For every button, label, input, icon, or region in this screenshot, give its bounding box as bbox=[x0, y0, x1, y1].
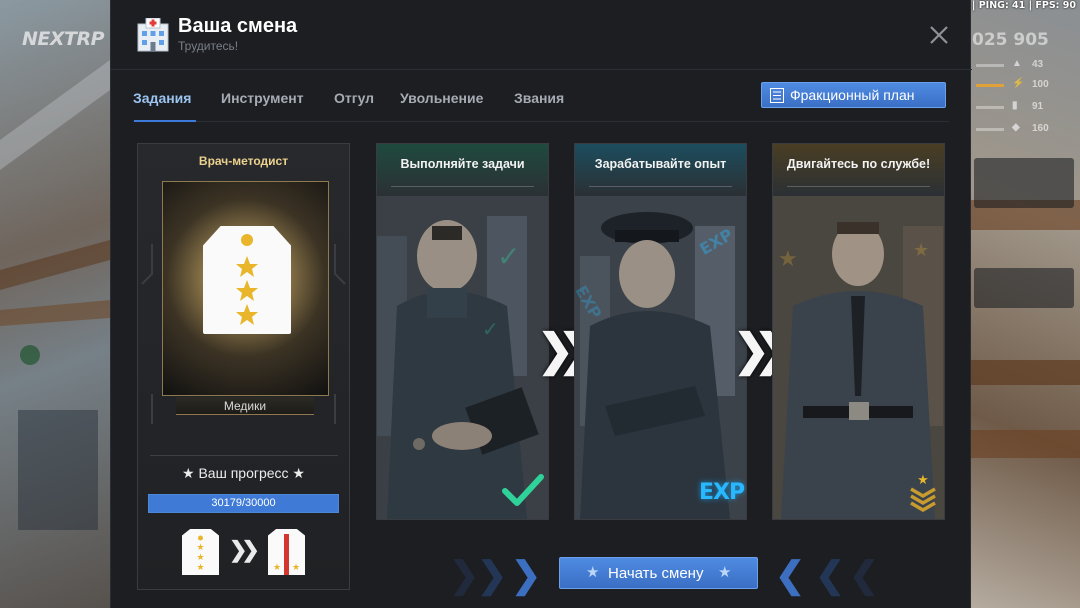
right-arrow-decor-icon: ❮ bbox=[815, 554, 846, 595]
star-icon: ★ bbox=[586, 564, 600, 581]
svg-text:★: ★ bbox=[196, 563, 204, 573]
tab-tool[interactable]: Инструмент bbox=[221, 90, 304, 106]
step-card-header: Зарабатывайте опыт bbox=[575, 144, 746, 196]
progress-text: 30179/30000 bbox=[211, 497, 276, 509]
next-rank-strap-icon: ★ ★ bbox=[268, 529, 305, 575]
server-logo: NEXTRP bbox=[22, 28, 105, 50]
exp-badge: EXP bbox=[699, 480, 745, 505]
stat-defense: ◆ 160 bbox=[976, 122, 1076, 138]
svg-text:★: ★ bbox=[196, 543, 204, 553]
current-rank-strap-icon: ★ ★ ★ bbox=[182, 529, 219, 575]
start-shift-label: Начать смену bbox=[608, 565, 704, 582]
department-ribbon: Медики bbox=[176, 397, 314, 415]
left-arrow-decor-icon: ❯ bbox=[511, 554, 542, 595]
faction-plan-label: Фракционный план bbox=[790, 87, 915, 103]
tab-leave[interactable]: Отгул bbox=[334, 90, 374, 106]
step-card-experience: Зарабатывайте опыт EXP EXP EXP bbox=[574, 143, 747, 520]
game-scene-left-art bbox=[0, 0, 110, 608]
left-arrow-decor-icon: ❯ bbox=[449, 554, 480, 595]
document-icon bbox=[770, 88, 784, 103]
game-world-left bbox=[0, 0, 110, 608]
rank-emblem bbox=[162, 181, 329, 396]
stat-armor: ▲ 43 bbox=[976, 58, 1076, 74]
tab-ranks[interactable]: Звания bbox=[514, 90, 564, 106]
stat-hunger: ▮ 91 bbox=[976, 100, 1076, 116]
step-arrow-icon: ❯❯ bbox=[733, 326, 791, 375]
double-chevron-icon: ❯❯ bbox=[229, 537, 260, 562]
step-card-tasks: Выполняйте задачи ✓ ✓ bbox=[376, 143, 549, 520]
modal-subtitle: Трудитесь! bbox=[178, 39, 239, 53]
faction-plan-button[interactable]: Фракционный план bbox=[761, 82, 946, 108]
left-arrow-decor-icon: ❯ bbox=[477, 554, 508, 595]
star-icon: ★ bbox=[718, 564, 732, 581]
step-arrow-icon: ❯❯ bbox=[537, 326, 595, 375]
svg-text:✓: ✓ bbox=[482, 317, 499, 341]
modal-header: Ваша смена Трудитесь! bbox=[111, 0, 972, 70]
promoted-officer-image: ★ ★ bbox=[773, 196, 944, 519]
shirt-icon: ▲ bbox=[1012, 58, 1022, 69]
step-title: Двигайтесь по службе! bbox=[786, 157, 931, 171]
progress-bar: 30179/30000 bbox=[148, 494, 339, 513]
right-arrow-decor-icon: ❮ bbox=[775, 554, 806, 595]
svg-text:★: ★ bbox=[292, 563, 300, 573]
hospital-icon bbox=[137, 17, 169, 52]
step-card-header: Двигайтесь по службе! bbox=[773, 144, 944, 196]
svg-text:✓: ✓ bbox=[497, 240, 520, 273]
right-arrow-decor-icon: ❮ bbox=[849, 554, 880, 595]
start-shift-button[interactable]: ★ Начать смену ★ bbox=[559, 557, 758, 589]
modal-title: Ваша смена bbox=[178, 15, 298, 37]
shoulder-strap-icon bbox=[203, 226, 291, 334]
progress-label: ★ Ваш прогресс ★ bbox=[182, 465, 305, 481]
svg-text:★: ★ bbox=[917, 473, 929, 488]
close-icon[interactable] bbox=[928, 24, 950, 46]
shift-modal: Ваша смена Трудитесь! Задания Инструмент… bbox=[110, 0, 972, 608]
step-card-header: Выполняйте задачи bbox=[377, 144, 548, 196]
rank-card: Врач-методист Медики ★ Ваш прогресс ★ 30… bbox=[137, 143, 350, 590]
step-title: Выполняйте задачи bbox=[400, 157, 525, 171]
checkmark-icon bbox=[501, 469, 545, 513]
shield-icon: ◆ bbox=[1012, 122, 1020, 133]
money-display: 025 905 bbox=[972, 30, 1049, 50]
active-tab-indicator bbox=[134, 120, 196, 122]
rank-chevron-icon: ★ bbox=[909, 472, 937, 513]
tab-dismissal[interactable]: Увольнение bbox=[400, 90, 483, 106]
svg-text:★: ★ bbox=[196, 553, 204, 563]
notification-tile[interactable] bbox=[974, 268, 1074, 308]
step-card-promotion: Двигайтесь по службе! ★ ★ ★ bbox=[772, 143, 945, 520]
inventory-slot[interactable] bbox=[974, 158, 1074, 208]
divider bbox=[150, 455, 338, 456]
rank-title: Врач-методист bbox=[198, 154, 289, 168]
svg-text:★: ★ bbox=[778, 247, 798, 272]
police-officer-image: EXP EXP bbox=[575, 196, 746, 519]
food-icon: ▮ bbox=[1012, 100, 1018, 111]
tab-tasks[interactable]: Задания bbox=[133, 90, 191, 106]
svg-text:★: ★ bbox=[273, 563, 281, 573]
department-label: Медики bbox=[223, 399, 267, 413]
svg-text:★: ★ bbox=[913, 240, 929, 261]
energy-icon: ⚡ bbox=[1012, 78, 1025, 89]
step-title: Зарабатывайте опыт bbox=[594, 157, 727, 171]
stat-health: ⚡ 100 bbox=[976, 78, 1076, 94]
